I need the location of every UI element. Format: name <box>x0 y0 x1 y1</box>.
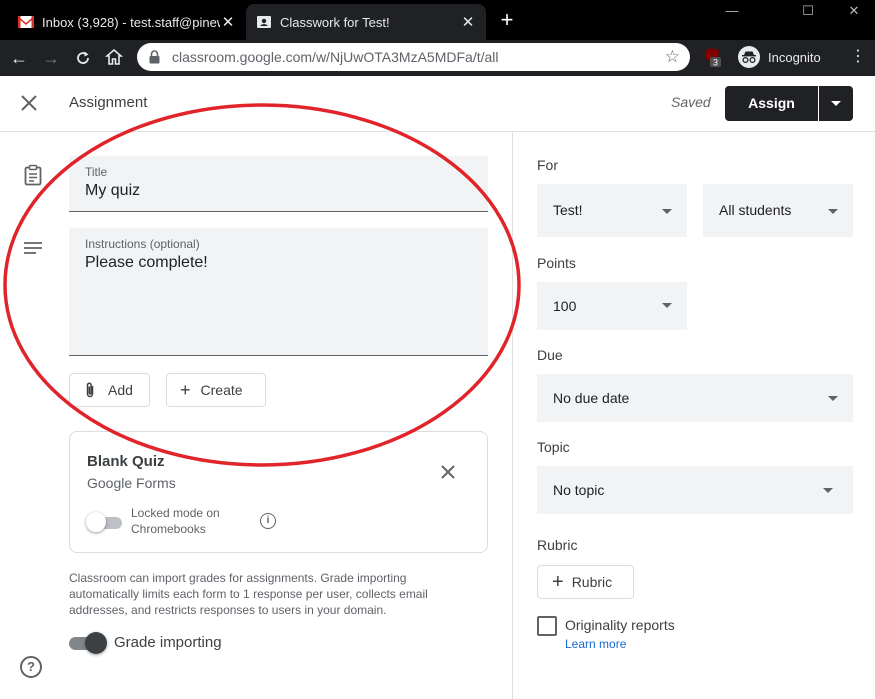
title-field[interactable]: Title My quiz <box>69 156 488 212</box>
caret-down-icon <box>828 396 838 401</box>
points-label: Points <box>537 255 576 271</box>
points-value: 100 <box>553 298 577 314</box>
students-select[interactable]: All students <box>703 184 853 237</box>
class-value: Test! <box>553 202 583 218</box>
due-value: No due date <box>553 390 630 406</box>
help-icon[interactable]: ? <box>20 656 42 678</box>
rubric-label: Rubric <box>537 537 578 553</box>
browser-tab-classroom[interactable]: Classwork for Test! ✕ <box>246 4 486 40</box>
title-label: Title <box>85 165 108 179</box>
lock-icon <box>149 50 160 64</box>
originality-label: Originality reports <box>565 617 675 633</box>
assignment-icon <box>24 164 42 186</box>
topic-select[interactable]: No topic <box>537 466 853 514</box>
panel-divider <box>512 132 513 699</box>
learn-more-link[interactable]: Learn more <box>565 637 626 651</box>
add-rubric-button[interactable]: + Rubric <box>537 565 634 599</box>
back-icon[interactable]: ← <box>7 46 31 70</box>
paperclip-icon <box>86 382 94 398</box>
profile-label: Incognito <box>768 49 821 65</box>
page-title: Assignment <box>69 94 148 111</box>
create-label: Create <box>200 382 243 398</box>
originality-checkbox[interactable] <box>537 616 557 636</box>
forward-icon[interactable]: → <box>39 46 63 70</box>
save-status: Saved <box>671 94 711 110</box>
attachment-source: Google Forms <box>87 475 176 491</box>
grade-importing-toggle[interactable] <box>69 632 107 654</box>
instructions-value: Please complete! <box>85 254 208 271</box>
for-label: For <box>537 157 558 173</box>
add-label: Add <box>108 382 133 398</box>
tab-close-icon[interactable]: ✕ <box>460 13 476 31</box>
tab-title: Classwork for Test! <box>280 14 390 30</box>
remove-attachment-icon[interactable] <box>439 463 457 481</box>
rubric-button-label: Rubric <box>571 574 613 590</box>
browser-tab-gmail[interactable]: Inbox (3,928) - test.staff@pinewo ✕ <box>8 4 246 40</box>
caret-down-icon <box>662 303 672 308</box>
title-value: My quiz <box>85 182 141 199</box>
caret-down-icon <box>823 488 833 493</box>
assignment-header: Assignment Saved Assign <box>0 76 875 132</box>
create-button[interactable]: + Create <box>166 373 266 407</box>
incognito-indicator[interactable]: Incognito <box>738 45 821 69</box>
bookmark-star-icon[interactable]: ☆ <box>665 47 680 67</box>
assign-button[interactable]: Assign <box>725 86 818 121</box>
due-select[interactable]: No due date <box>537 374 853 422</box>
add-button[interactable]: Add <box>69 373 150 407</box>
url-text: classroom.google.com/w/NjUwOTA3MzA5MDFa/… <box>172 49 499 65</box>
topic-label: Topic <box>537 439 570 455</box>
window-close-icon[interactable]: ✕ <box>834 2 874 22</box>
gmail-icon <box>18 16 34 28</box>
maximize-icon[interactable]: ☐ <box>788 2 828 22</box>
locked-mode-label: Locked mode on Chromebooks <box>131 506 220 536</box>
new-tab-icon[interactable]: + <box>496 9 518 31</box>
attachment-title: Blank Quiz <box>87 453 165 470</box>
reload-icon[interactable] <box>71 46 95 70</box>
info-icon[interactable]: i <box>260 513 276 529</box>
ublock-extension-icon[interactable]: 3 <box>703 47 721 67</box>
grade-importing-label: Grade importing <box>114 634 222 651</box>
grade-import-note: Classroom can import grades for assignme… <box>69 571 428 617</box>
browser-tabstrip: Inbox (3,928) - test.staff@pinewo ✕ Clas… <box>0 0 875 40</box>
tab-close-icon[interactable]: ✕ <box>220 13 236 31</box>
browser-menu-icon[interactable]: ⋮ <box>850 47 866 67</box>
class-select[interactable]: Test! <box>537 184 687 237</box>
instructions-icon <box>24 242 42 254</box>
instructions-label: Instructions (optional) <box>85 237 200 251</box>
plus-icon: + <box>552 571 564 593</box>
home-icon[interactable] <box>102 45 126 69</box>
instructions-field[interactable]: Instructions (optional) Please complete! <box>69 228 488 356</box>
plus-icon: + <box>180 380 191 400</box>
locked-mode-toggle[interactable] <box>86 512 124 532</box>
students-value: All students <box>719 202 792 218</box>
incognito-icon <box>738 46 760 68</box>
address-bar[interactable]: classroom.google.com/w/NjUwOTA3MzA5MDFa/… <box>137 43 690 71</box>
classroom-icon <box>257 16 271 28</box>
due-label: Due <box>537 347 563 363</box>
close-icon[interactable] <box>18 92 40 114</box>
attachment-card[interactable]: Blank Quiz Google Forms Locked mode on C… <box>69 431 488 553</box>
assign-options-dropdown[interactable] <box>819 86 853 121</box>
caret-down-icon <box>828 209 838 214</box>
topic-value: No topic <box>553 482 605 498</box>
extension-badge: 3 <box>713 57 718 67</box>
caret-down-icon <box>662 209 672 214</box>
tab-title: Inbox (3,928) - test.staff@pinewo <box>42 14 220 30</box>
points-select[interactable]: 100 <box>537 282 687 330</box>
minimize-icon[interactable]: — <box>712 2 752 22</box>
